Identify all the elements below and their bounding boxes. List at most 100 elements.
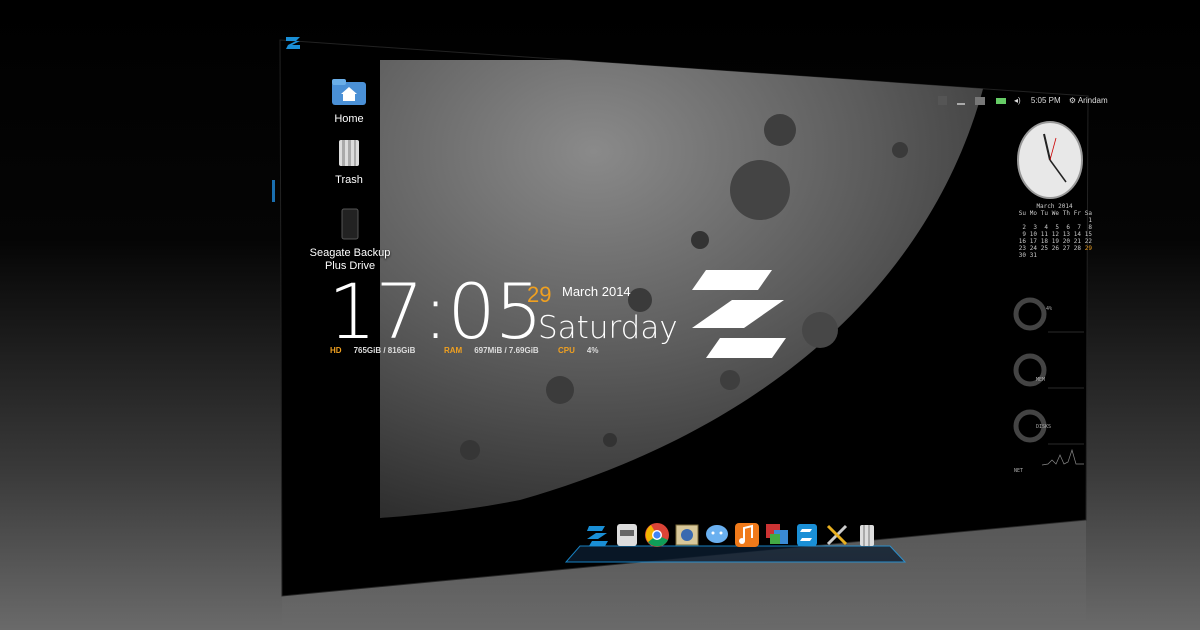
desktop-icon-trash[interactable]: Trash — [326, 137, 372, 187]
calendar-day[interactable]: 14 — [1071, 231, 1082, 238]
desktop-icon-label: Trash — [335, 174, 363, 186]
topbar-user[interactable]: Arindam — [1078, 96, 1108, 105]
tools-icon[interactable] — [824, 522, 850, 548]
photos-icon[interactable] — [764, 522, 790, 548]
stat-ram: RAM 697MiB / 7.69GiB — [444, 346, 539, 355]
stat-cpu: CPU 4% — [558, 346, 598, 355]
calendar-day[interactable]: 11 — [1038, 231, 1049, 238]
calendar-day[interactable]: 19 — [1049, 238, 1060, 245]
calendar-week-row: 9 10 11 12 13 14 15 — [1016, 231, 1093, 238]
calendar-day[interactable] — [1060, 217, 1071, 224]
calendar-weekday-row: Su Mo Tu We Th Fr Sa — [1016, 210, 1093, 217]
calendar-day[interactable]: 5 — [1049, 224, 1060, 231]
calendar-day[interactable]: 20 — [1060, 238, 1071, 245]
calendar-day[interactable]: 1 — [1082, 217, 1093, 224]
calendar-grid: Su Mo Tu We Th Fr Sa 1 2345678 9 10 11 12 13… — [1016, 210, 1093, 259]
calendar-day[interactable]: 26 — [1049, 245, 1060, 252]
calendar-day[interactable]: 27 — [1060, 245, 1071, 252]
trash-icon — [339, 140, 359, 166]
calendar-day[interactable]: 3 — [1027, 224, 1038, 231]
calendar-day[interactable] — [1049, 217, 1060, 224]
calendar-day[interactable]: 2 — [1016, 224, 1027, 231]
music-icon[interactable] — [734, 522, 760, 548]
calendar-day[interactable] — [1049, 252, 1060, 259]
battery-icon[interactable] — [995, 97, 1006, 104]
calendar-day[interactable]: 10 — [1027, 231, 1038, 238]
stat-ram-value: 697MiB / 7.69GiB — [474, 346, 539, 355]
chat-icon[interactable] — [704, 522, 730, 548]
stat-cpu-label: CPU — [558, 346, 575, 355]
clock-weekday: Saturday — [538, 310, 678, 346]
stat-ram-label: RAM — [444, 346, 463, 355]
calendar-day[interactable]: 7 — [1071, 224, 1082, 231]
calendar-day[interactable]: 31 — [1027, 252, 1038, 259]
calendar-day[interactable]: 23 — [1016, 245, 1027, 252]
folder-home-icon — [332, 79, 366, 105]
calendar-weekday: Th — [1062, 210, 1070, 217]
signal-icon[interactable] — [957, 97, 966, 105]
calendar-week-row: 1 — [1016, 217, 1093, 224]
cpu-percent: 4% — [1046, 306, 1053, 312]
calendar-week-row: 30 31 — [1016, 252, 1093, 259]
zorin-installer-icon[interactable] — [794, 522, 820, 548]
clock-month-year: March 2014 — [562, 284, 631, 299]
trash-icon[interactable] — [854, 522, 880, 548]
calendar-day[interactable] — [1038, 252, 1049, 259]
calendar-day[interactable]: 8 — [1082, 224, 1093, 231]
volume-icon[interactable]: ◂) — [1014, 96, 1021, 105]
calendar-day[interactable]: 12 — [1049, 231, 1060, 238]
calendar-day[interactable] — [1071, 217, 1082, 224]
calendar-weekday: Mo — [1029, 210, 1037, 217]
zorin-big-logo-icon — [692, 270, 786, 358]
keyboard-icon[interactable] — [938, 96, 947, 106]
calendar-day[interactable]: 18 — [1038, 238, 1049, 245]
files-icon[interactable] — [614, 522, 640, 548]
calendar-day[interactable] — [1027, 217, 1038, 224]
desktop-icon-home[interactable]: Home — [326, 78, 372, 126]
chrome-icon[interactable] — [644, 522, 670, 548]
calendar-day[interactable]: 13 — [1060, 231, 1071, 238]
desktop-icon-seagate-drive[interactable]: Seagate Backup Plus Drive — [306, 208, 394, 273]
stat-hd-label: HD — [330, 346, 342, 355]
clock-day: 29 — [527, 282, 552, 307]
clock-time: 17:05 — [328, 267, 543, 356]
calendar-week-row: 23 24 25 26 27 28 29 — [1016, 245, 1093, 252]
calendar-day[interactable]: 16 — [1016, 238, 1027, 245]
stat-cpu-value: 4% — [586, 346, 599, 355]
net-label: NET — [1014, 468, 1024, 474]
calendar-weekday: Tu — [1040, 210, 1048, 217]
calendar-day[interactable]: 15 — [1082, 231, 1093, 238]
calendar-day[interactable]: 17 — [1027, 238, 1038, 245]
calendar-day[interactable]: 29 — [1082, 245, 1093, 252]
calendar-day[interactable]: 24 — [1027, 245, 1038, 252]
zorin-logo-icon[interactable] — [284, 36, 302, 50]
gear-icon[interactable]: ⚙ — [1069, 96, 1076, 105]
calendar-day[interactable]: 25 — [1038, 245, 1049, 252]
calendar-day[interactable]: 28 — [1071, 245, 1082, 252]
network-icon[interactable] — [975, 96, 986, 105]
calendar-day[interactable]: 22 — [1082, 238, 1093, 245]
calendar-day[interactable] — [1082, 252, 1093, 259]
calendar-day[interactable]: 9 — [1016, 231, 1027, 238]
calendar-week-row: 16 17 18 19 20 21 22 — [1016, 238, 1093, 245]
calendar-day[interactable] — [1060, 252, 1071, 259]
calendar-week-row: 2345678 — [1016, 224, 1093, 231]
calendar-weekday: We — [1051, 210, 1059, 217]
mem-label: MEM — [1036, 377, 1046, 383]
calendar-day[interactable]: 30 — [1016, 252, 1027, 259]
topbar-time[interactable]: 5:05 PM — [1031, 96, 1061, 105]
calendar-day[interactable] — [1071, 252, 1082, 259]
calendar-day[interactable] — [1038, 217, 1049, 224]
stat-hd: HD 765GiB / 816GiB — [330, 346, 415, 355]
analog-clock — [1017, 121, 1083, 199]
zorin-menu-icon[interactable] — [584, 522, 610, 548]
calendar-day[interactable]: 21 — [1071, 238, 1082, 245]
calendar-day[interactable]: 4 — [1038, 224, 1049, 231]
disks-label: DISKS — [1036, 424, 1052, 430]
calendar-widget: March 2014 Su Mo Tu We Th Fr Sa 1 234567… — [1016, 203, 1093, 259]
calendar-day[interactable] — [1016, 217, 1027, 224]
calendar-day[interactable]: 6 — [1060, 224, 1071, 231]
mail-icon[interactable] — [674, 522, 700, 548]
top-panel: ◂) 5:05 PM ⚙ Arindam — [938, 96, 1108, 106]
desktop-icon-label: Home — [334, 113, 364, 125]
